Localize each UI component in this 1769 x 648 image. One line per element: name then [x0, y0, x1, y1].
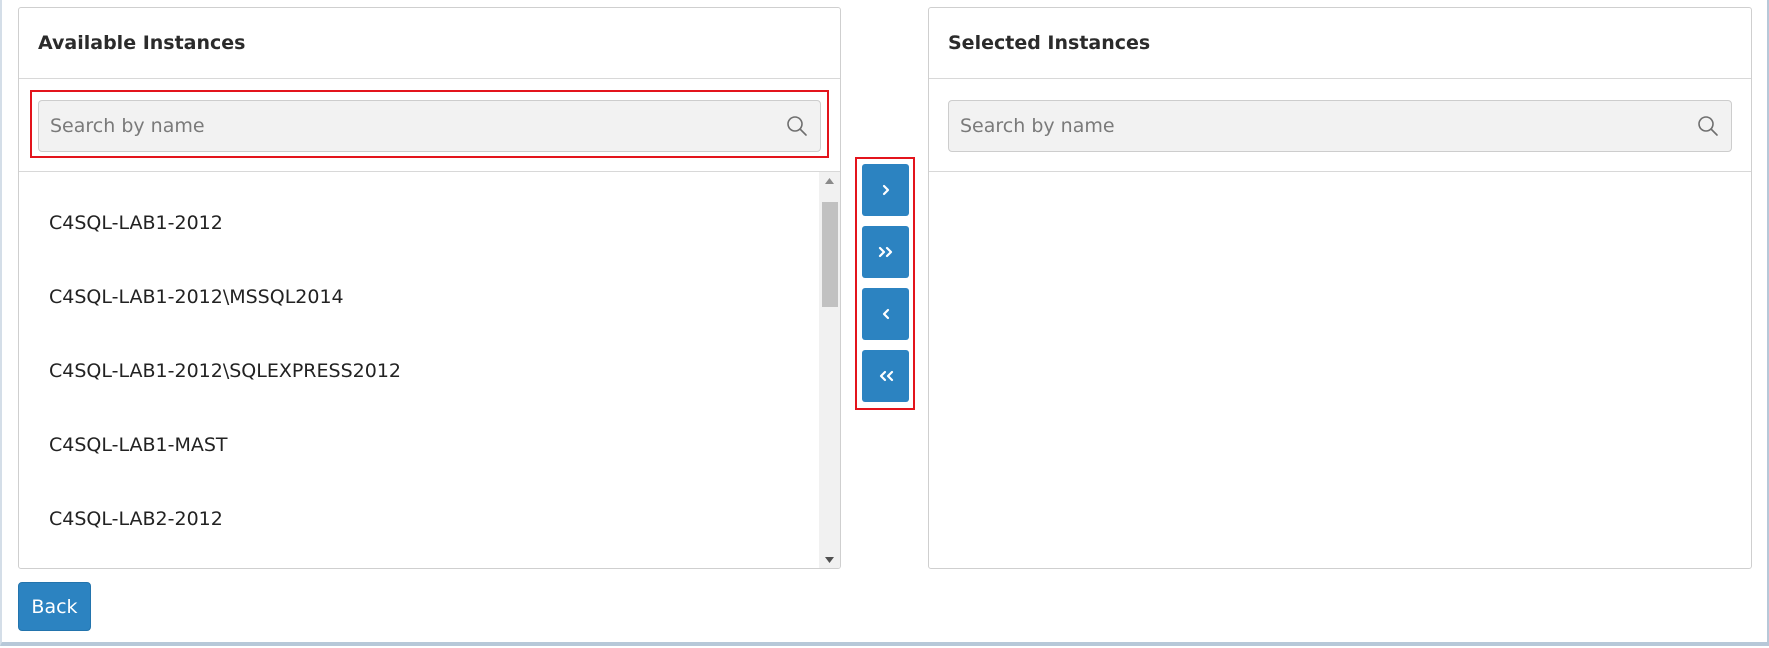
move-buttons-group — [855, 157, 915, 410]
chevron-right-icon — [882, 184, 889, 196]
scroll-down-arrow-icon[interactable] — [819, 551, 840, 568]
selected-search-area — [929, 79, 1751, 172]
available-search-area — [19, 79, 840, 172]
double-chevron-left-icon — [879, 370, 893, 382]
selected-instances-panel: Selected Instances — [928, 7, 1752, 569]
list-item[interactable]: C4SQL-LAB2-2012 — [19, 482, 820, 556]
available-instances-panel: Available Instances C4SQL-LAB1-2012 C4SQ… — [18, 7, 841, 569]
search-icon[interactable] — [784, 113, 810, 139]
move-all-right-button[interactable] — [862, 226, 909, 278]
available-list-scrollbar[interactable] — [819, 172, 840, 568]
move-all-left-button[interactable] — [862, 350, 909, 402]
search-icon[interactable] — [1695, 113, 1721, 139]
available-instances-title: Available Instances — [19, 8, 840, 79]
scrollbar-thumb[interactable] — [822, 202, 838, 307]
selected-instances-list — [929, 172, 1751, 568]
move-selected-left-button[interactable] — [862, 288, 909, 340]
selected-instances-title: Selected Instances — [929, 8, 1751, 79]
available-search-box — [38, 100, 821, 152]
chevron-left-icon — [882, 308, 889, 320]
list-item[interactable]: C4SQL-LAB1-MAST — [19, 408, 820, 482]
list-item[interactable]: C4SQL-LAB1-2012\MSSQL2014 — [19, 260, 820, 334]
selected-search-box — [948, 100, 1732, 152]
available-instances-list: C4SQL-LAB1-2012 C4SQL-LAB1-2012\MSSQL201… — [19, 172, 820, 568]
list-item[interactable]: C4SQL-LAB1-2012 — [19, 186, 820, 260]
selected-search-input[interactable] — [949, 101, 1695, 151]
scroll-up-arrow-icon[interactable] — [819, 172, 840, 189]
back-button[interactable]: Back — [18, 582, 91, 631]
available-search-input[interactable] — [39, 101, 784, 151]
list-item[interactable]: C4SQL-LAB1-2012\SQLEXPRESS2012 — [19, 334, 820, 408]
move-selected-right-button[interactable] — [862, 164, 909, 216]
double-chevron-right-icon — [878, 246, 892, 258]
